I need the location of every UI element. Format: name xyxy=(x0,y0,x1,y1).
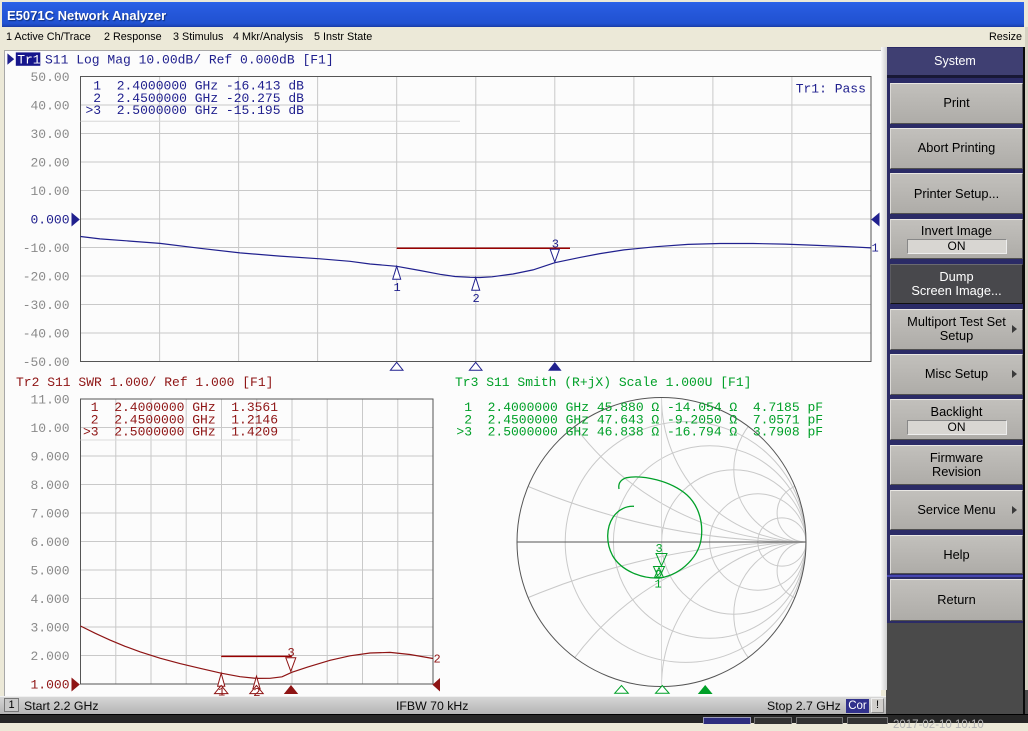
svg-text:30.00: 30.00 xyxy=(30,127,69,142)
svg-text:-10.00: -10.00 xyxy=(23,241,70,256)
svg-text:11.00: 11.00 xyxy=(30,393,69,408)
svg-text:-50.00: -50.00 xyxy=(23,355,70,370)
svg-text:6.000: 6.000 xyxy=(30,535,69,550)
svg-text:Tr1: Tr1 xyxy=(17,52,41,67)
svg-text:5.000: 5.000 xyxy=(30,564,69,579)
svg-text:2.000: 2.000 xyxy=(30,649,69,664)
svg-text:Tr1: Pass: Tr1: Pass xyxy=(796,82,866,97)
svg-text:10.00: 10.00 xyxy=(30,184,69,199)
svg-text:>3 2.5000000 GHz -15.195 dB: >3 2.5000000 GHz -15.195 dB xyxy=(86,103,305,118)
svg-text:2: 2 xyxy=(253,686,260,700)
svg-text:1: 1 xyxy=(655,578,662,592)
svg-text:2: 2 xyxy=(434,653,441,667)
svg-text:9.000: 9.000 xyxy=(30,450,69,465)
svg-text:3.000: 3.000 xyxy=(30,621,69,636)
svg-text:1.000: 1.000 xyxy=(30,678,69,693)
svg-text:7.000: 7.000 xyxy=(30,507,69,522)
svg-text:2: 2 xyxy=(473,292,480,306)
svg-text:40.00: 40.00 xyxy=(30,99,69,114)
svg-text:4.000: 4.000 xyxy=(30,592,69,607)
svg-text:1: 1 xyxy=(218,685,225,699)
svg-text:S11 Log Mag 10.00dB/ Ref 0.000: S11 Log Mag 10.00dB/ Ref 0.000dB [F1] xyxy=(45,52,334,67)
svg-text:8.000: 8.000 xyxy=(30,478,69,493)
svg-text:-40.00: -40.00 xyxy=(23,327,70,342)
svg-text:-20.00: -20.00 xyxy=(23,270,70,285)
svg-text:1: 1 xyxy=(872,242,879,256)
svg-text:Tr2 S11 SWR 1.000/ Ref 1.000 [: Tr2 S11 SWR 1.000/ Ref 1.000 [F1] xyxy=(16,375,273,390)
svg-text:20.00: 20.00 xyxy=(30,156,69,171)
svg-text:-30.00: -30.00 xyxy=(23,298,70,313)
svg-text:3: 3 xyxy=(552,237,559,251)
svg-text:3: 3 xyxy=(288,646,295,660)
svg-text:>3 2.5000000 GHz 46.838 Ω -16: >3 2.5000000 GHz 46.838 Ω -16.794 Ω 3.79… xyxy=(456,425,823,440)
svg-text:50.00: 50.00 xyxy=(30,70,69,85)
svg-text:Tr3 S11 Smith (R+jX) Scale 1.0: Tr3 S11 Smith (R+jX) Scale 1.000U [F1] xyxy=(455,375,751,390)
svg-text:1: 1 xyxy=(394,281,401,295)
svg-text:>3 2.5000000 GHz 1.4209: >3 2.5000000 GHz 1.4209 xyxy=(83,425,278,440)
svg-text:0.000: 0.000 xyxy=(30,213,69,228)
svg-text:10.00: 10.00 xyxy=(30,421,69,436)
